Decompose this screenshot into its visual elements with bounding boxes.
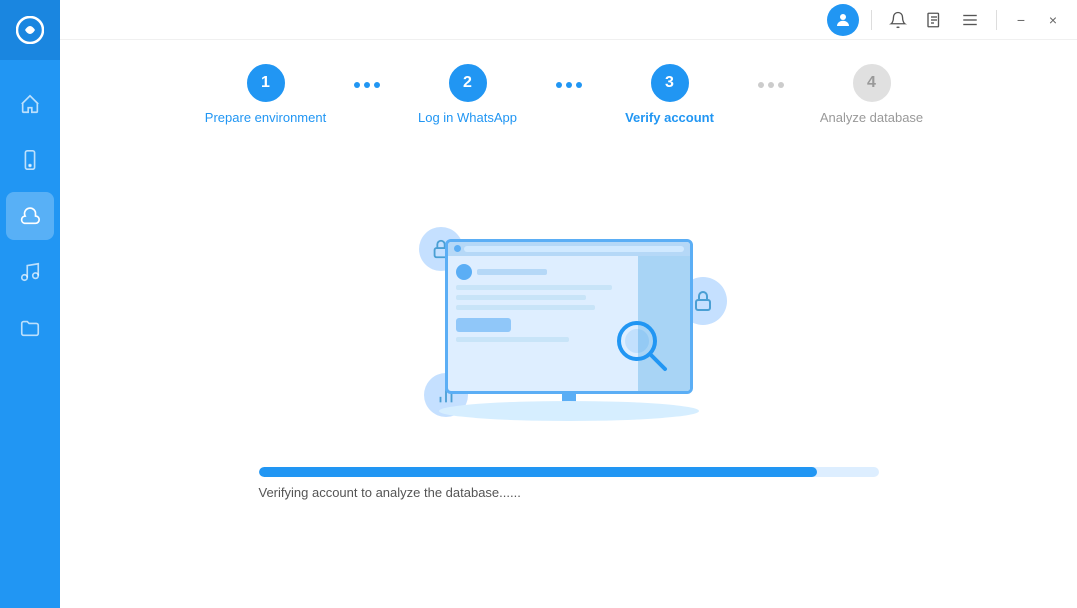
monitor [445, 239, 693, 416]
progress-bar-fill [259, 467, 817, 477]
titlebar: − × [60, 0, 1077, 40]
sidebar-item-music[interactable] [6, 248, 54, 296]
step-2-label: Log in WhatsApp [418, 110, 517, 125]
dot [768, 82, 774, 88]
dot [364, 82, 370, 88]
monitor-shadow [439, 401, 699, 421]
dot [556, 82, 562, 88]
monitor-screen [445, 239, 693, 394]
sidebar-item-home[interactable] [6, 80, 54, 128]
sidebar-nav [0, 80, 60, 352]
step-3: 3 Verify account [590, 64, 750, 125]
sidebar-logo[interactable] [0, 0, 60, 60]
close-button[interactable]: × [1041, 8, 1065, 32]
sidebar-item-device[interactable] [6, 136, 54, 184]
step-4-circle: 4 [853, 64, 891, 102]
step-4: 4 Analyze database [792, 64, 952, 125]
step-3-label: Verify account [625, 110, 714, 125]
progress-container: Verifying account to analyze the databas… [259, 467, 879, 500]
step-1: 1 Prepare environment [186, 64, 346, 125]
dots-2-3 [548, 82, 590, 88]
dot [374, 82, 380, 88]
dots-3-4 [750, 82, 792, 88]
magnifier-icon [615, 319, 670, 379]
progress-bar-background [259, 467, 879, 477]
step-2-circle: 2 [449, 64, 487, 102]
dot [576, 82, 582, 88]
content-area: Verifying account to analyze the databas… [60, 141, 1077, 608]
dot [778, 82, 784, 88]
separator-1 [871, 10, 872, 30]
docs-icon[interactable] [920, 6, 948, 34]
dots-1-2 [346, 82, 388, 88]
minimize-button[interactable]: − [1009, 8, 1033, 32]
main-area: − × 1 Prepare environment 2 Log in Whats… [60, 0, 1077, 608]
sidebar-item-cloud[interactable] [6, 192, 54, 240]
step-3-circle: 3 [651, 64, 689, 102]
progress-status-text: Verifying account to analyze the databas… [259, 485, 879, 500]
dot [758, 82, 764, 88]
step-1-label: Prepare environment [205, 110, 326, 125]
dot [354, 82, 360, 88]
step-2: 2 Log in WhatsApp [388, 64, 548, 125]
user-avatar[interactable] [827, 4, 859, 36]
illustration [409, 217, 729, 437]
steps-container: 1 Prepare environment 2 Log in WhatsApp … [60, 40, 1077, 141]
notification-bell-icon[interactable] [884, 6, 912, 34]
menu-icon[interactable] [956, 6, 984, 34]
dot [566, 82, 572, 88]
sidebar-item-folder[interactable] [6, 304, 54, 352]
sidebar [0, 0, 60, 608]
titlebar-controls: − × [827, 4, 1065, 36]
step-4-label: Analyze database [820, 110, 923, 125]
separator-2 [996, 10, 997, 30]
step-1-circle: 1 [247, 64, 285, 102]
